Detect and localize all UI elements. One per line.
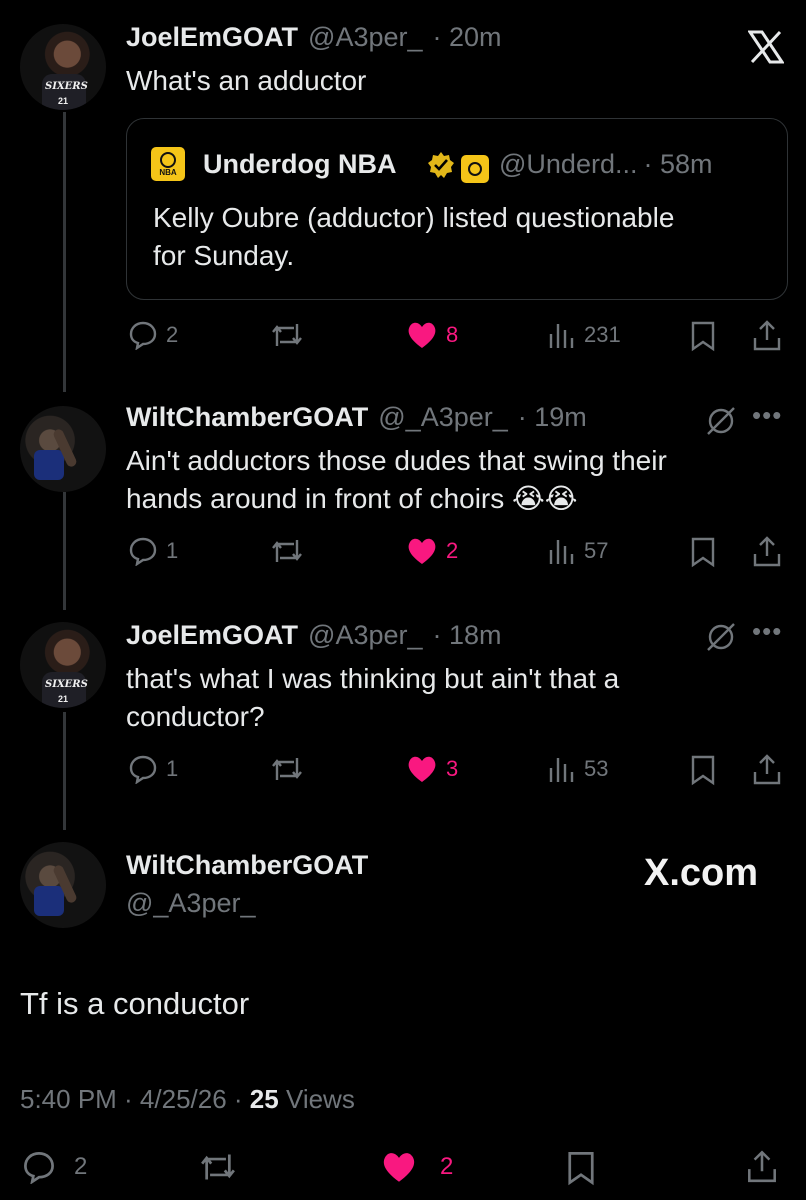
- views-label: Views: [278, 1084, 355, 1114]
- repost-button[interactable]: [270, 754, 304, 784]
- reply-button[interactable]: 1: [128, 536, 178, 566]
- repost-button[interactable]: [270, 320, 304, 350]
- speech-bubble-icon: [24, 1152, 54, 1184]
- tweet-text-line: that's what I was thinking but ain't tha…: [126, 663, 620, 694]
- reply-button[interactable]: 1: [128, 754, 178, 784]
- reply-button[interactable]: 2: [128, 320, 178, 350]
- more-options-ellipsis-icon[interactable]: •••: [752, 616, 782, 647]
- views-button[interactable]: 53: [548, 754, 608, 784]
- author-name[interactable]: JoelEmGOAT: [126, 22, 298, 53]
- like-button[interactable]: 2: [380, 1150, 453, 1184]
- share-upload-icon[interactable]: [752, 752, 782, 786]
- author-handle[interactable]: @A3per_: [308, 620, 422, 651]
- more-options-ellipsis-icon[interactable]: •••: [752, 400, 782, 431]
- nba-avatar: NBA: [151, 147, 185, 181]
- share-upload-icon[interactable]: [752, 318, 782, 352]
- views-button[interactable]: 57: [548, 536, 608, 566]
- author-name[interactable]: JoelEmGOAT: [126, 620, 298, 651]
- post-time[interactable]: · 19m: [518, 402, 587, 433]
- author-handle[interactable]: @_A3per_: [378, 402, 508, 433]
- main-tweet-text: Tf is a conductor: [20, 986, 250, 1021]
- author-name[interactable]: WiltChamberGOAT: [126, 402, 368, 433]
- bookmark-icon[interactable]: [690, 536, 716, 568]
- speech-bubble-icon: [129, 755, 157, 784]
- tweet-text-line: Ain't adductors those dudes that swing t…: [126, 445, 667, 476]
- affiliate-badge-icon: [461, 155, 489, 183]
- quote-post-time[interactable]: · 58m: [643, 149, 712, 180]
- x-logo-icon[interactable]: [748, 30, 784, 64]
- repost-button[interactable]: [270, 536, 304, 566]
- bookmark-icon[interactable]: [690, 320, 716, 352]
- bar-chart-icon: [549, 540, 574, 564]
- bookmark-icon[interactable]: [566, 1150, 596, 1186]
- like-button[interactable]: 8: [406, 320, 458, 350]
- post-time[interactable]: · 18m: [433, 620, 502, 651]
- repost-arrows-icon[interactable]: [198, 1150, 238, 1184]
- repost-arrows-icon: [272, 758, 302, 780]
- quote-text-line: Kelly Oubre (adductor) listed questionab…: [153, 202, 675, 233]
- avatar[interactable]: [20, 406, 106, 492]
- quote-author-handle[interactable]: @Underd...: [499, 149, 637, 180]
- tweet-timestamp-row: 5:40 PM · 4/25/26 · 25 Views: [20, 1084, 355, 1115]
- avatar[interactable]: SIXERS 21: [20, 24, 106, 110]
- author-handle[interactable]: @A3per_: [308, 22, 422, 53]
- speech-bubble-icon: [129, 537, 157, 566]
- heart-icon: [408, 756, 436, 782]
- thread-line: [63, 112, 66, 392]
- x-com-watermark: X.com: [644, 852, 759, 894]
- heart-icon: [408, 322, 436, 348]
- bookmark-icon[interactable]: [690, 754, 716, 786]
- author-name[interactable]: WiltChamberGOAT: [126, 850, 368, 881]
- quote-author-name[interactable]: Underdog NBA: [203, 149, 396, 180]
- bar-chart-icon: [549, 758, 574, 782]
- like-button[interactable]: 2: [406, 536, 458, 566]
- thread-line: [63, 712, 66, 830]
- heart-icon: [408, 538, 436, 564]
- post-time[interactable]: · 20m: [433, 22, 502, 53]
- verified-badge-icon: [428, 152, 454, 178]
- quote-text-line: for Sunday.: [153, 240, 295, 271]
- repost-arrows-icon: [272, 324, 302, 346]
- avatar[interactable]: [20, 842, 106, 928]
- tweet-text-line: conductor?: [126, 701, 265, 732]
- share-upload-icon[interactable]: [752, 534, 782, 568]
- views-count: 25: [249, 1084, 279, 1114]
- share-upload-icon[interactable]: [746, 1148, 778, 1184]
- repost-arrows-icon: [272, 540, 302, 562]
- timestamp[interactable]: 5:40 PM · 4/25/26 ·: [20, 1084, 250, 1114]
- heart-icon: [383, 1153, 415, 1182]
- tweet-text: What's an adductor: [126, 65, 367, 96]
- grok-slash-icon[interactable]: [704, 620, 738, 654]
- tweet-text-line: hands around in front of choirs 😭😭: [126, 483, 578, 514]
- quoted-tweet[interactable]: NBA Underdog NBA @Underd... · 58m Kelly …: [126, 118, 788, 300]
- views-button[interactable]: 231: [548, 320, 621, 350]
- reply-button[interactable]: 2: [22, 1150, 87, 1184]
- grok-slash-icon[interactable]: [704, 404, 738, 438]
- like-button[interactable]: 3: [406, 754, 458, 784]
- bar-chart-icon: [549, 324, 574, 348]
- speech-bubble-icon: [129, 321, 157, 350]
- thread-line: [63, 492, 66, 610]
- author-handle[interactable]: @_A3per_: [126, 888, 256, 919]
- avatar[interactable]: SIXERS 21: [20, 622, 106, 708]
